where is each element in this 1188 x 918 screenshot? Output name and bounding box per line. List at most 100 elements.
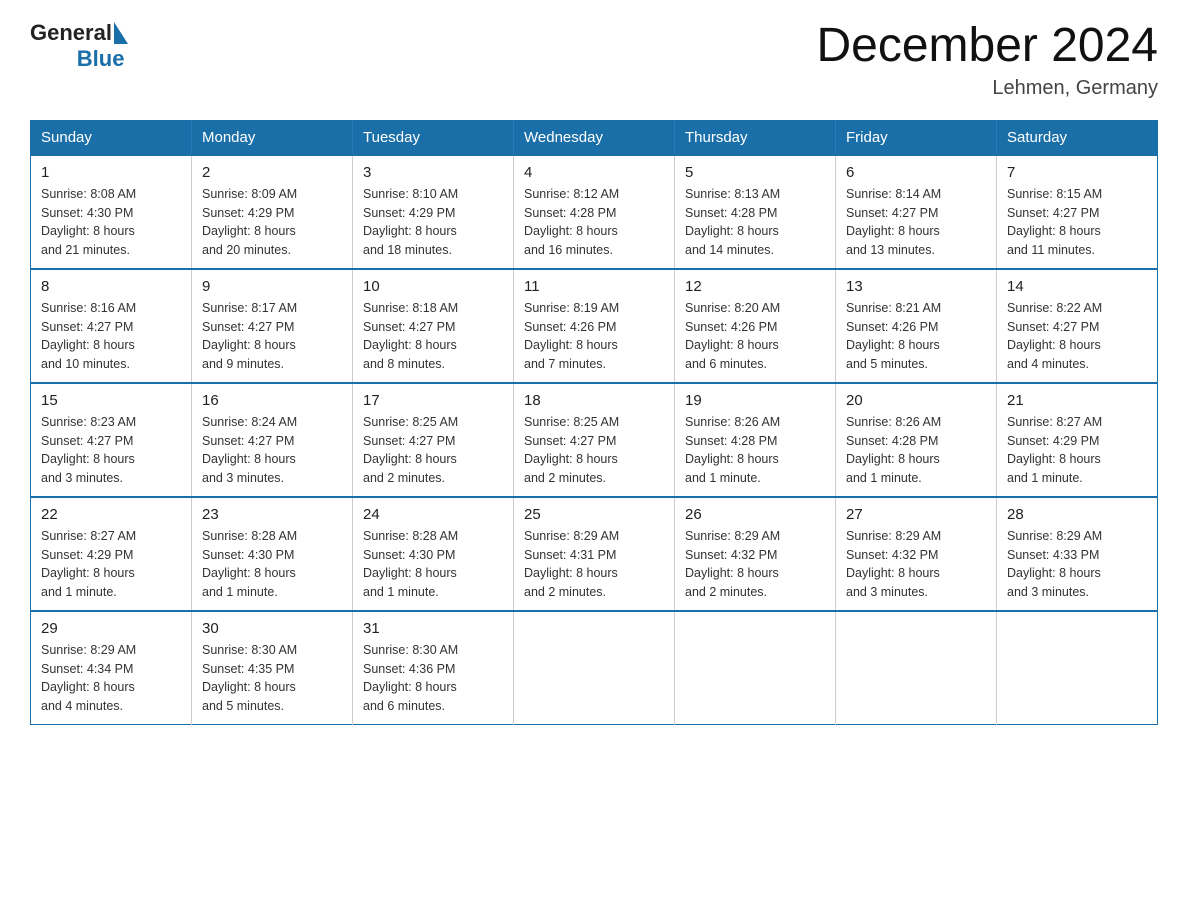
day-info: Sunrise: 8:29 AMSunset: 4:34 PMDaylight:…	[41, 641, 181, 716]
day-info: Sunrise: 8:23 AMSunset: 4:27 PMDaylight:…	[41, 413, 181, 488]
day-number: 1	[41, 164, 181, 181]
day-info: Sunrise: 8:29 AMSunset: 4:32 PMDaylight:…	[846, 527, 986, 602]
day-number: 14	[1007, 278, 1147, 295]
day-number: 25	[524, 506, 664, 523]
day-number: 23	[202, 506, 342, 523]
calendar-cell: 10 Sunrise: 8:18 AMSunset: 4:27 PMDayligh…	[353, 269, 514, 383]
calendar-cell	[836, 611, 997, 725]
day-number: 19	[685, 392, 825, 409]
day-number: 21	[1007, 392, 1147, 409]
day-info: Sunrise: 8:12 AMSunset: 4:28 PMDaylight:…	[524, 185, 664, 260]
page-header: General Blue December 2024 Lehmen, Germa…	[30, 20, 1158, 100]
day-info: Sunrise: 8:09 AMSunset: 4:29 PMDaylight:…	[202, 185, 342, 260]
day-number: 13	[846, 278, 986, 295]
day-info: Sunrise: 8:29 AMSunset: 4:33 PMDaylight:…	[1007, 527, 1147, 602]
calendar-cell: 18 Sunrise: 8:25 AMSunset: 4:27 PMDayligh…	[514, 383, 675, 497]
calendar-cell: 16 Sunrise: 8:24 AMSunset: 4:27 PMDayligh…	[192, 383, 353, 497]
day-info: Sunrise: 8:20 AMSunset: 4:26 PMDaylight:…	[685, 299, 825, 374]
calendar-cell: 17 Sunrise: 8:25 AMSunset: 4:27 PMDayligh…	[353, 383, 514, 497]
day-info: Sunrise: 8:18 AMSunset: 4:27 PMDaylight:…	[363, 299, 503, 374]
day-info: Sunrise: 8:29 AMSunset: 4:32 PMDaylight:…	[685, 527, 825, 602]
day-info: Sunrise: 8:29 AMSunset: 4:31 PMDaylight:…	[524, 527, 664, 602]
day-number: 17	[363, 392, 503, 409]
week-row-1: 1 Sunrise: 8:08 AMSunset: 4:30 PMDaylight…	[31, 155, 1158, 269]
calendar-cell: 12 Sunrise: 8:20 AMSunset: 4:26 PMDayligh…	[675, 269, 836, 383]
calendar-cell: 6 Sunrise: 8:14 AMSunset: 4:27 PMDaylight…	[836, 155, 997, 269]
day-number: 16	[202, 392, 342, 409]
header-friday: Friday	[836, 120, 997, 155]
calendar-cell: 27 Sunrise: 8:29 AMSunset: 4:32 PMDayligh…	[836, 497, 997, 611]
day-number: 6	[846, 164, 986, 181]
calendar-cell: 15Sunrise: 8:23 AMSunset: 4:27 PMDayligh…	[31, 383, 192, 497]
calendar-cell: 8 Sunrise: 8:16 AMSunset: 4:27 PMDaylight…	[31, 269, 192, 383]
calendar-cell: 20 Sunrise: 8:26 AMSunset: 4:28 PMDayligh…	[836, 383, 997, 497]
day-info: Sunrise: 8:15 AMSunset: 4:27 PMDaylight:…	[1007, 185, 1147, 260]
week-row-3: 15Sunrise: 8:23 AMSunset: 4:27 PMDayligh…	[31, 383, 1158, 497]
day-info: Sunrise: 8:08 AMSunset: 4:30 PMDaylight:…	[41, 185, 181, 260]
calendar-cell: 4 Sunrise: 8:12 AMSunset: 4:28 PMDaylight…	[514, 155, 675, 269]
logo-blue-text: Blue	[77, 46, 125, 72]
calendar-cell: 28Sunrise: 8:29 AMSunset: 4:33 PMDayligh…	[997, 497, 1158, 611]
calendar-cell: 5 Sunrise: 8:13 AMSunset: 4:28 PMDaylight…	[675, 155, 836, 269]
calendar-cell: 9 Sunrise: 8:17 AMSunset: 4:27 PMDaylight…	[192, 269, 353, 383]
calendar-cell: 23 Sunrise: 8:28 AMSunset: 4:30 PMDayligh…	[192, 497, 353, 611]
day-info: Sunrise: 8:27 AMSunset: 4:29 PMDaylight:…	[1007, 413, 1147, 488]
day-info: Sunrise: 8:25 AMSunset: 4:27 PMDaylight:…	[363, 413, 503, 488]
week-row-5: 29 Sunrise: 8:29 AMSunset: 4:34 PMDayligh…	[31, 611, 1158, 725]
calendar-cell: 19 Sunrise: 8:26 AMSunset: 4:28 PMDayligh…	[675, 383, 836, 497]
day-info: Sunrise: 8:24 AMSunset: 4:27 PMDaylight:…	[202, 413, 342, 488]
day-number: 9	[202, 278, 342, 295]
day-number: 4	[524, 164, 664, 181]
day-number: 12	[685, 278, 825, 295]
day-info: Sunrise: 8:28 AMSunset: 4:30 PMDaylight:…	[202, 527, 342, 602]
day-number: 5	[685, 164, 825, 181]
title-block: December 2024 Lehmen, Germany	[816, 20, 1158, 100]
day-info: Sunrise: 8:26 AMSunset: 4:28 PMDaylight:…	[846, 413, 986, 488]
calendar-cell: 3Sunrise: 8:10 AMSunset: 4:29 PMDaylight…	[353, 155, 514, 269]
day-info: Sunrise: 8:13 AMSunset: 4:28 PMDaylight:…	[685, 185, 825, 260]
day-number: 30	[202, 620, 342, 637]
header-sunday: Sunday	[31, 120, 192, 155]
day-info: Sunrise: 8:30 AMSunset: 4:36 PMDaylight:…	[363, 641, 503, 716]
day-number: 18	[524, 392, 664, 409]
calendar-cell	[514, 611, 675, 725]
location: Lehmen, Germany	[816, 77, 1158, 100]
calendar-cell: 29 Sunrise: 8:29 AMSunset: 4:34 PMDayligh…	[31, 611, 192, 725]
day-number: 20	[846, 392, 986, 409]
day-info: Sunrise: 8:10 AMSunset: 4:29 PMDaylight:…	[363, 185, 503, 260]
day-info: Sunrise: 8:22 AMSunset: 4:27 PMDaylight:…	[1007, 299, 1147, 374]
header-wednesday: Wednesday	[514, 120, 675, 155]
calendar-cell: 7 Sunrise: 8:15 AMSunset: 4:27 PMDaylight…	[997, 155, 1158, 269]
day-number: 2	[202, 164, 342, 181]
day-info: Sunrise: 8:17 AMSunset: 4:27 PMDaylight:…	[202, 299, 342, 374]
day-number: 27	[846, 506, 986, 523]
day-info: Sunrise: 8:27 AMSunset: 4:29 PMDaylight:…	[41, 527, 181, 602]
day-info: Sunrise: 8:14 AMSunset: 4:27 PMDaylight:…	[846, 185, 986, 260]
header-tuesday: Tuesday	[353, 120, 514, 155]
calendar-cell: 31Sunrise: 8:30 AMSunset: 4:36 PMDayligh…	[353, 611, 514, 725]
day-info: Sunrise: 8:30 AMSunset: 4:35 PMDaylight:…	[202, 641, 342, 716]
month-title: December 2024	[816, 20, 1158, 73]
day-number: 10	[363, 278, 503, 295]
calendar-cell	[997, 611, 1158, 725]
calendar-cell: 26Sunrise: 8:29 AMSunset: 4:32 PMDayligh…	[675, 497, 836, 611]
header-saturday: Saturday	[997, 120, 1158, 155]
day-number: 29	[41, 620, 181, 637]
day-info: Sunrise: 8:26 AMSunset: 4:28 PMDaylight:…	[685, 413, 825, 488]
day-number: 8	[41, 278, 181, 295]
day-info: Sunrise: 8:19 AMSunset: 4:26 PMDaylight:…	[524, 299, 664, 374]
logo-general-text: General	[30, 20, 112, 46]
calendar-table: Sunday Monday Tuesday Wednesday Thursday…	[30, 120, 1158, 725]
weekday-header-row: Sunday Monday Tuesday Wednesday Thursday…	[31, 120, 1158, 155]
calendar-cell: 2 Sunrise: 8:09 AMSunset: 4:29 PMDaylight…	[192, 155, 353, 269]
day-info: Sunrise: 8:25 AMSunset: 4:27 PMDaylight:…	[524, 413, 664, 488]
calendar-cell	[675, 611, 836, 725]
header-monday: Monday	[192, 120, 353, 155]
day-number: 24	[363, 506, 503, 523]
calendar-cell: 25 Sunrise: 8:29 AMSunset: 4:31 PMDayligh…	[514, 497, 675, 611]
header-thursday: Thursday	[675, 120, 836, 155]
day-number: 7	[1007, 164, 1147, 181]
logo-spacer	[30, 46, 73, 72]
day-info: Sunrise: 8:16 AMSunset: 4:27 PMDaylight:…	[41, 299, 181, 374]
calendar-cell: 1 Sunrise: 8:08 AMSunset: 4:30 PMDaylight…	[31, 155, 192, 269]
